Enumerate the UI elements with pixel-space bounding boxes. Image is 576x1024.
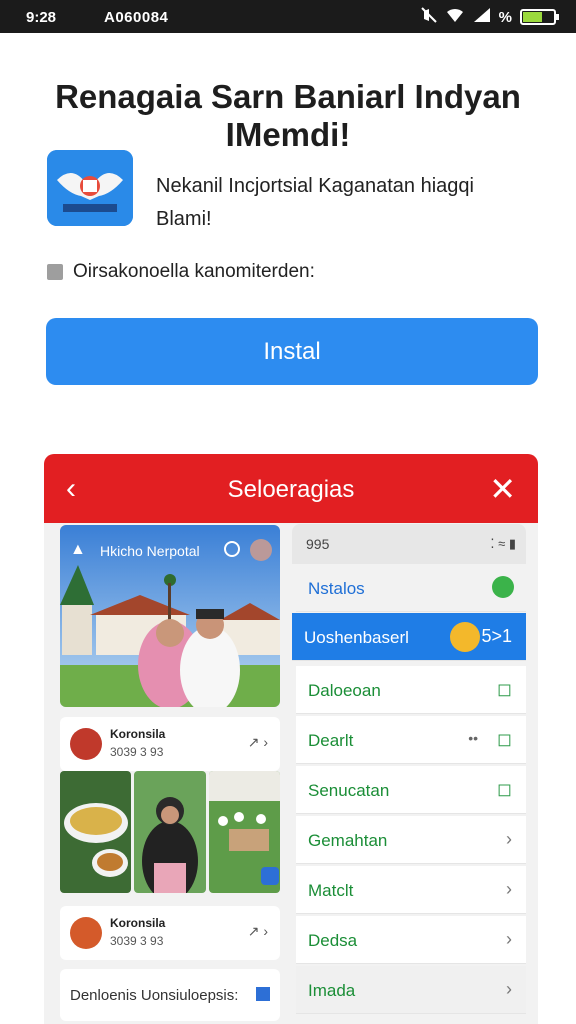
settings-item[interactable]: Matclt › [296,866,526,914]
bookmark-icon: ◻ [497,779,512,799]
post-avatar [70,728,102,760]
panel-title: Seloeragias [227,476,355,503]
settings-item-label: Uoshenbaserl [304,628,409,647]
search-text: Denloenis Uonsiuloepsis: [70,987,239,1004]
settings-item[interactable]: Imada › [296,966,526,1014]
settings-item-label: Imada [308,981,356,1000]
app-logo-icon [47,150,133,226]
settings-status-icons: ⁚ ≈ ▮ [490,536,516,551]
feed-photo[interactable]: ▲ Hkicho Nerpotal [60,525,280,707]
consent-checkbox[interactable] [47,264,63,280]
chevron-icon: › [506,829,512,849]
settings-item-label: Gemahtan [308,831,388,850]
status-icons: % [420,7,559,27]
settings-item-selected[interactable]: Uoshenbaserl 5>1 [292,613,526,661]
settings-item-label: Dedsa [308,931,358,950]
chevron-icon: › [506,929,512,949]
info-icon[interactable] [224,541,240,557]
post-author: Koronsila [110,916,166,930]
photo-grid [60,771,280,893]
consent-label: Oirsakonoella kanomiterden: [73,261,315,282]
whatsapp-icon [492,576,514,598]
preview-panel: ‹ Seloeragias ✕ ▲ Hkicho Nerpotal Korons… [44,454,538,1024]
post-meta: 3039 3 93 [110,745,164,759]
settings-item-label: Dearlt [308,731,354,750]
settings-item[interactable]: Senucatan ◻ [296,766,526,814]
event-photo[interactable] [208,771,280,893]
chevron-icon: › [506,979,512,999]
settings-item-label: Daloeoan [308,681,381,700]
close-icon[interactable]: ✕ [489,470,516,508]
search-bar[interactable]: Denloenis Uonsiuloepsis: [60,969,280,1021]
settings-item[interactable]: Dearlt •• ◻ [296,716,526,764]
feed-post[interactable]: Koronsila 3039 3 93 ↗ › [60,717,280,771]
percent-icon: % [498,8,512,26]
feed-post[interactable]: Koronsila 3039 3 93 ↗ › [60,906,280,960]
signal-icon [473,7,491,27]
settings-item[interactable]: Gemahtan › [296,816,526,864]
photo-caption: Hkicho Nerpotal [100,543,200,559]
settings-item[interactable]: Dedsa › [296,916,526,964]
status-bar: 9:28 A060084 % [0,0,576,33]
food-photo[interactable] [60,771,132,893]
post-author: Koronsila [110,727,166,741]
bookmark-icon: ◻ [497,729,512,749]
portrait-photo[interactable] [134,771,206,893]
app-title-line2: IMemdi! [225,116,351,153]
settings-status-bar: 995 ⁚ ≈ ▮ [292,524,526,564]
mute-icon [420,7,437,27]
battery-icon [520,9,559,25]
bookmark-icon: ◻ [497,679,512,699]
settings-item-label: Matclt [308,881,354,900]
share-icon[interactable]: ↗ › [248,734,268,751]
grid-icon[interactable] [256,987,270,1001]
camera-icon: ▲ [70,541,86,558]
settings-item[interactable]: Nstalos [296,564,526,612]
settings-status-time: 995 [306,536,330,552]
settings-item-label: Senucatan [308,781,390,800]
settings-item-extra: 5>1 [481,626,512,646]
install-button[interactable]: Instal [46,318,538,385]
settings-list: 995 ⁚ ≈ ▮ Nstalos Uoshenbaserl 5>1 Daloe… [292,524,526,1024]
share-icon[interactable]: ↗ › [248,923,268,940]
settings-item-label: Nstalos [308,579,365,598]
consent-row[interactable]: Oirsakonoella kanomiterden: [47,261,315,283]
app-title-line1: Renagaia Sarn Baniarl Indyan [55,78,521,115]
settings-item[interactable]: Daloeoan ◻ [296,666,526,714]
post-avatar [70,917,102,949]
wifi-icon [445,7,465,27]
avatar[interactable] [250,539,272,561]
post-meta: 3039 3 93 [110,934,164,948]
status-time: 9:28 [26,9,57,26]
panel-header: ‹ Seloeragias ✕ [44,454,538,523]
status-carrier: A060084 [104,9,169,26]
app-title: Renagaia Sarn Baniarl Indyan IMemdi! [20,78,556,154]
settings-item-extra: •• [468,730,478,746]
app-badge-icon [450,622,480,652]
app-description: Nekanil Incjortsial Kaganatan hiagqi Bla… [156,175,474,230]
chevron-icon: › [506,879,512,899]
